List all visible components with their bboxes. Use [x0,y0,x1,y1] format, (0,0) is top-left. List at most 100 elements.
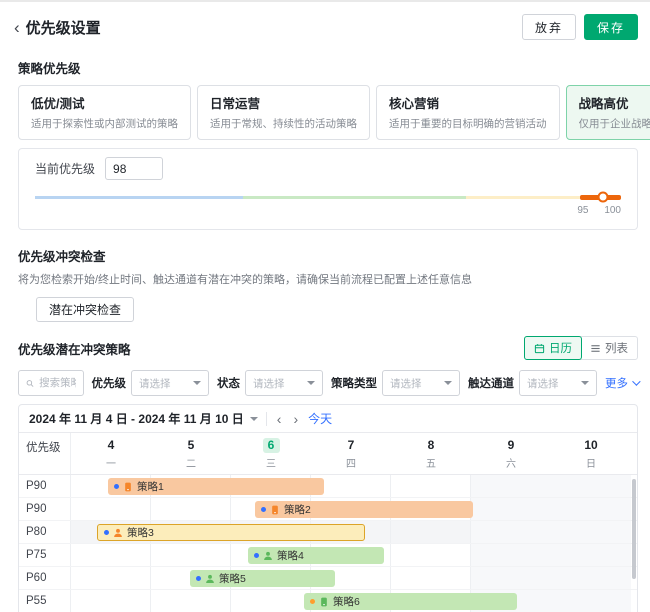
tier-card[interactable]: 战略高优 仅用于企业战略级高优策略 [566,85,650,140]
prev-week-button[interactable]: ‹ [275,412,284,426]
tier-card-desc: 适用于常规、持续性的活动策略 [210,116,357,131]
select-placeholder: 请选择 [390,376,422,391]
filter-label: 优先级 [92,375,127,391]
gantt-row: P55 策略6 [19,590,637,612]
status-dot [104,530,109,535]
row-grid: 策略3 [71,521,631,543]
status-dot [196,576,201,581]
list-view-button[interactable]: 列表 [581,337,637,359]
day-number: 10 [583,438,600,453]
chevron-down-icon [307,381,315,385]
priority-slider[interactable] [35,193,621,201]
chevron-down-icon [581,381,589,385]
priority-column-header: 优先级 [19,433,71,474]
search-box[interactable] [18,370,84,396]
conflict-check-button[interactable]: 潜在冲突检查 [36,297,134,322]
filter-item: 策略类型 请选择 [331,370,460,396]
row-priority-label: P90 [19,475,71,497]
phone-icon [123,482,133,492]
filter-select[interactable]: 请选择 [131,370,209,396]
strategy-bar[interactable]: 策略6 [304,593,517,610]
scale-min-label: 95 [577,205,588,216]
day-weekday: 六 [471,455,551,470]
strategy-bar[interactable]: 策略2 [255,501,473,518]
status-dot [261,507,266,512]
day-weekday: 一 [71,455,151,470]
weekend-shade [471,521,631,543]
gantt-grid: P90 策略1 P90 [19,475,637,612]
day-number: 9 [503,438,520,453]
priority-panel: 当前优先级 95 100 [18,148,638,230]
scale-max-label: 100 [604,205,621,216]
select-placeholder: 请选择 [527,376,559,391]
day-weekday: 二 [151,455,231,470]
slider-handle[interactable] [598,192,609,203]
day-header-cell[interactable]: 4 一 [71,433,151,474]
save-button[interactable]: 保存 [584,14,638,40]
strategy-bar[interactable]: 策略5 [190,570,335,587]
page-header: ‹ 优先级设置 放弃 保存 [0,2,650,48]
date-range-picker[interactable]: 2024 年 11 月 4 日 - 2024 年 11 月 10 日 [29,410,258,427]
next-week-button[interactable]: › [291,412,300,426]
priority-value-input[interactable] [105,157,163,180]
strategy-bar[interactable]: 策略3 [97,524,365,541]
tier-card[interactable]: 低优/测试 适用于探索性或内部测试的策略 [18,85,191,140]
person-icon [263,551,273,561]
slider-track [35,193,621,201]
calendar-icon [534,343,545,354]
strategy-bar-label: 策略3 [127,525,154,540]
phone-icon [319,597,329,607]
tier-card[interactable]: 核心营销 适用于重要的目标明确的营销活动 [376,85,560,140]
filter-select[interactable]: 请选择 [245,370,323,396]
strategy-bar[interactable]: 策略4 [248,547,384,564]
filter-item: 优先级 请选择 [92,370,210,396]
date-range-label: 2024 年 11 月 4 日 - 2024 年 11 月 10 日 [29,410,244,427]
status-dot [310,599,315,604]
today-button[interactable]: 今天 [308,410,332,427]
status-dot [254,553,259,558]
calendar-view-button[interactable]: 日历 [524,336,582,360]
page-title: 优先级设置 [26,17,101,38]
chevron-down-icon [250,417,258,421]
row-grid: 策略6 [71,590,631,612]
day-header-cell[interactable]: 7 四 [311,433,391,474]
current-priority-label: 当前优先级 [35,160,95,177]
row-grid: 策略2 [71,498,631,520]
gantt-row: P60 策略5 [19,567,637,590]
calendar-nav: 2024 年 11 月 4 日 - 2024 年 11 月 10 日 ‹ › 今… [19,405,637,433]
filter-item: 触达通道 请选择 [468,370,597,396]
row-grid: 策略1 [71,475,631,497]
day-header-cell[interactable]: 9 六 [471,433,551,474]
more-filters-link[interactable]: 更多 [605,375,638,391]
back-icon[interactable]: ‹ [10,19,24,36]
vertical-scrollbar-thumb[interactable] [632,479,636,579]
slider-segment [243,196,466,199]
day-header-row: 优先级 4 一 5 二 6 三 7 四 8 五 9 六 10 日 [19,433,637,475]
calendar-view-label: 日历 [549,340,572,356]
strategy-bar-label: 策略2 [284,502,311,517]
day-header-cell[interactable]: 10 日 [551,433,631,474]
day-weekday: 三 [231,455,311,470]
discard-button[interactable]: 放弃 [522,14,576,40]
day-header-cell[interactable]: 5 二 [151,433,231,474]
chevron-down-icon [193,381,201,385]
day-header-cell[interactable]: 8 五 [391,433,471,474]
header-actions: 放弃 保存 [522,14,638,40]
tier-card[interactable]: 日常运营 适用于常规、持续性的活动策略 [197,85,370,140]
weekend-shade [471,544,631,566]
filter-item: 状态 请选择 [217,370,323,396]
filter-label: 策略类型 [331,375,377,391]
tier-card-title: 日常运营 [210,93,357,112]
day-header-cell[interactable]: 6 三 [231,433,311,474]
tier-card-title: 战略高优 [579,93,650,112]
tier-cards: 低优/测试 适用于探索性或内部测试的策略 日常运营 适用于常规、持续性的活动策略… [18,85,638,140]
tier-card-desc: 适用于探索性或内部测试的策略 [31,116,178,131]
search-input[interactable] [39,377,75,389]
day-number: 8 [423,438,440,453]
filter-select[interactable]: 请选择 [382,370,460,396]
filter-select[interactable]: 请选择 [519,370,597,396]
weekend-shade [471,567,631,589]
more-label: 更多 [605,375,628,391]
day-number: 5 [183,438,200,453]
strategy-bar[interactable]: 策略1 [108,478,324,495]
